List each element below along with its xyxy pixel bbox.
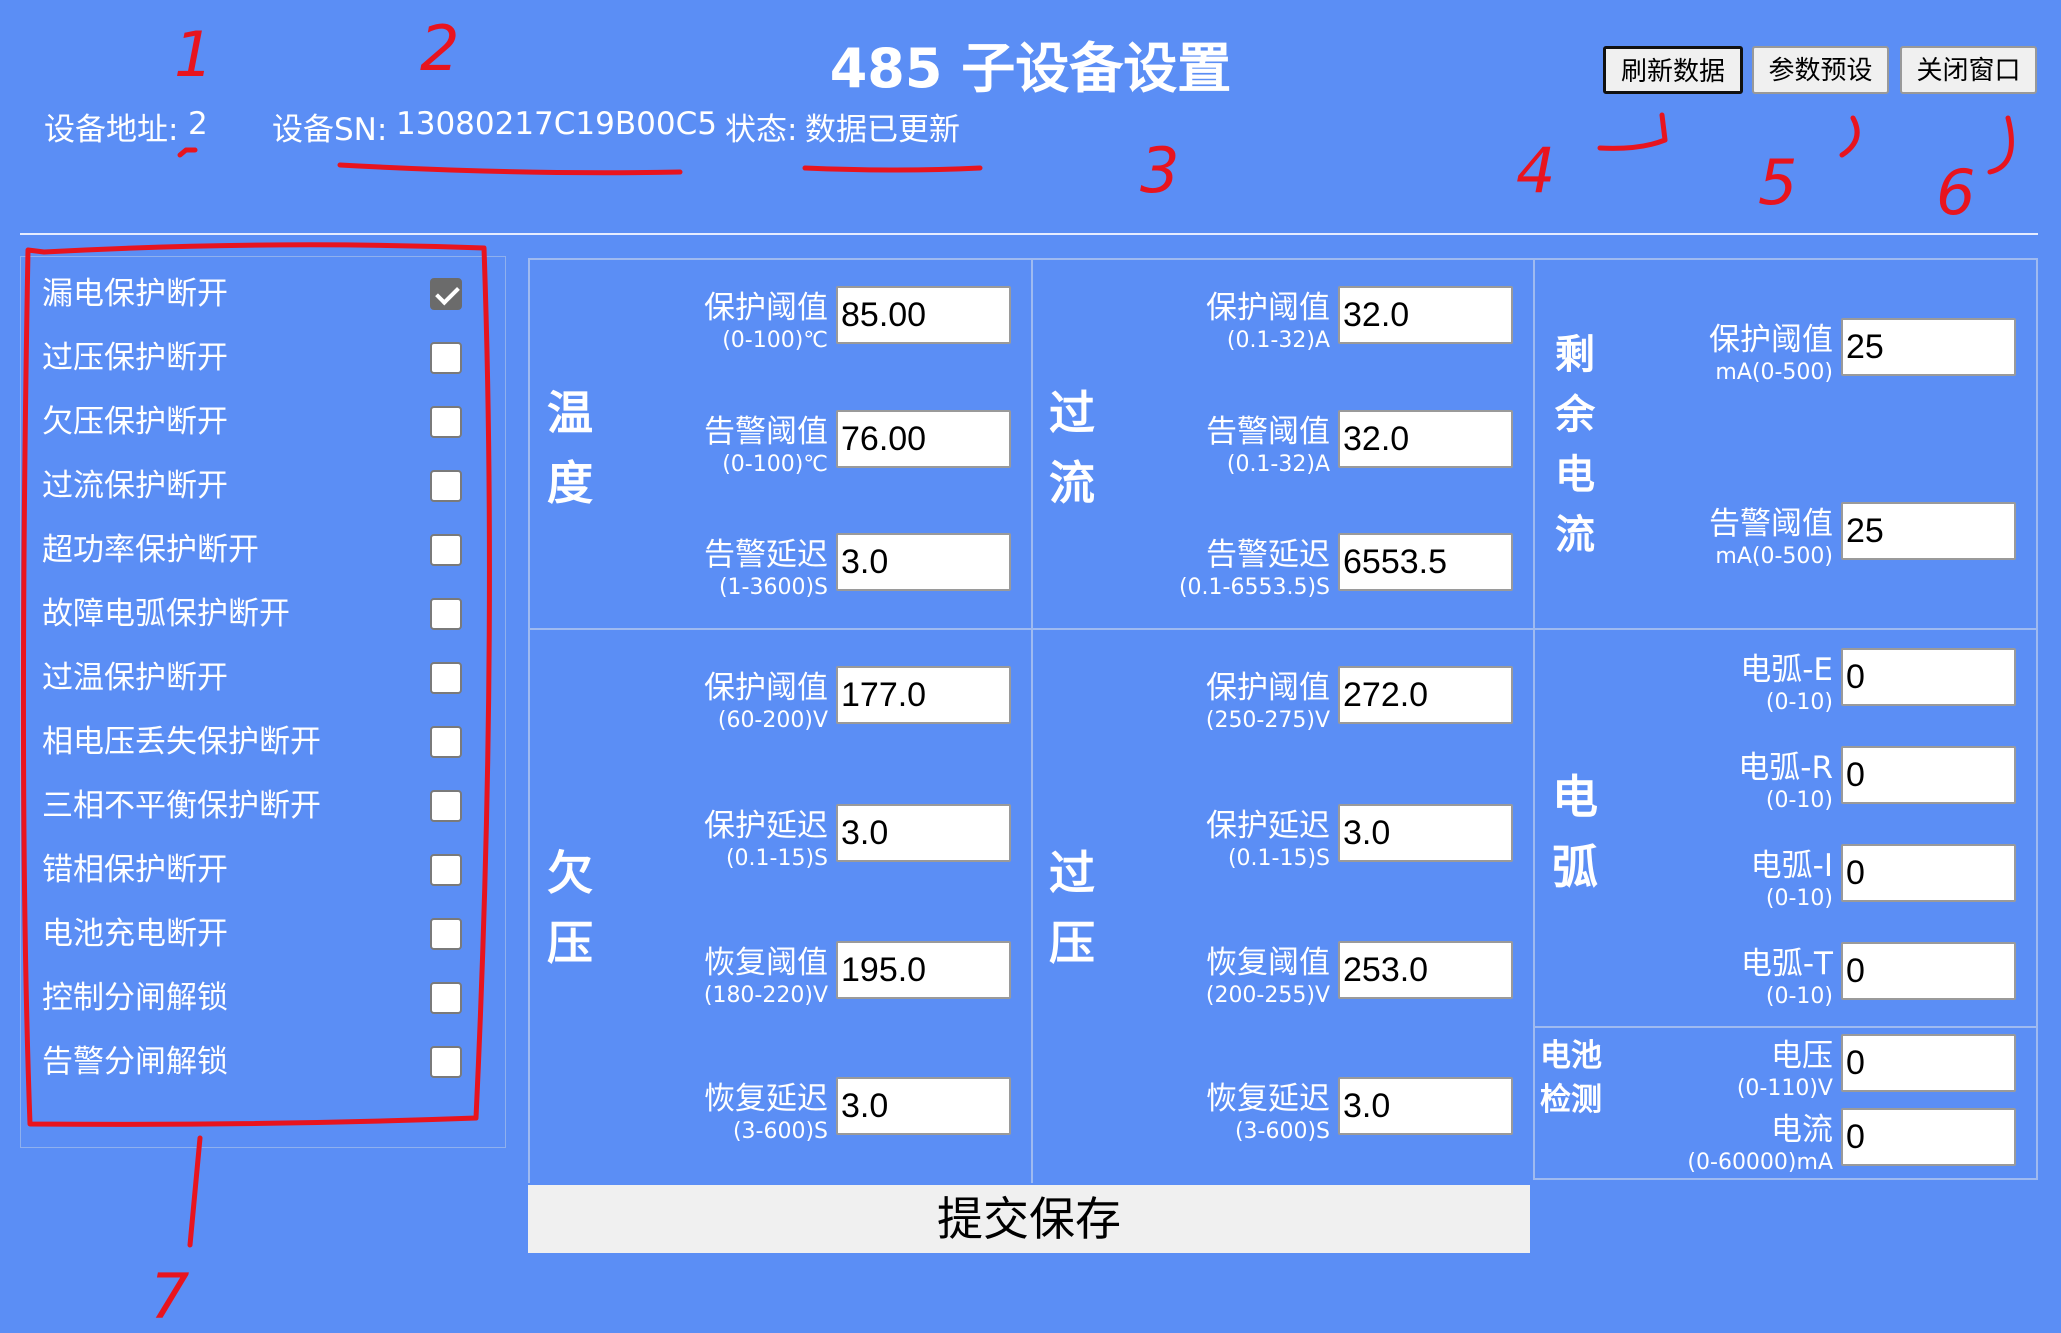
annotation-number-5: 5 [1758,146,1797,219]
arrow-checkbox-panel [187,1135,203,1248]
annotation-number-6: 6 [1936,156,1975,229]
arrow-preset [1839,115,1860,158]
checkbox-panel-outline [20,242,492,1127]
underline-status [802,165,983,173]
underline-address [177,147,198,158]
annotation-number-4: 4 [1516,134,1555,207]
arrow-close [1987,115,2014,175]
underline-sn [337,162,683,176]
annotation-number-2: 2 [420,12,459,85]
annotation-number-7: 7 [150,1260,189,1333]
annotation-number-1: 1 [174,18,213,91]
annotation-overlay: 1 2 3 4 5 6 7 [20,12,2014,1333]
annotation-number-3: 3 [1140,134,1179,207]
arrow-refresh [1597,112,1668,151]
